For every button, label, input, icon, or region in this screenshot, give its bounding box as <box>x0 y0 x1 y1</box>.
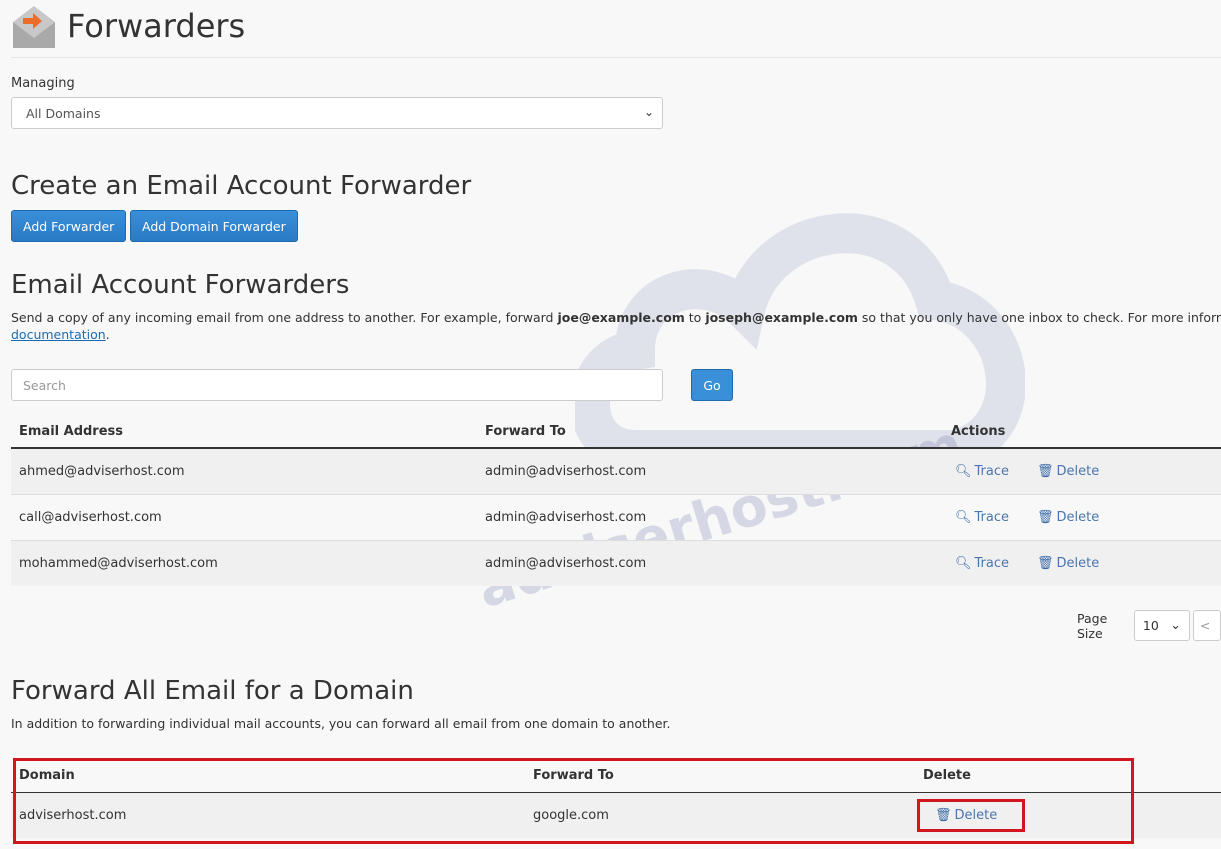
documentation-link[interactable]: documentation <box>11 327 106 342</box>
domain-forwarders-description: In addition to forwarding individual mai… <box>11 716 671 731</box>
managing-label: Managing <box>11 76 75 91</box>
table-row: ahmed@adviserhost.com admin@adviserhost.c… <box>11 447 1221 494</box>
page-size-select[interactable]: 10 ⌄ <box>1133 610 1190 641</box>
page-header: Forwarders <box>11 4 245 48</box>
table-row: call@adviserhost.com admin@adviserhost.co… <box>11 493 1221 540</box>
delete-link[interactable]: 🗑︎ Delete <box>1037 510 1099 525</box>
search-icon: 🔍︎ <box>955 509 972 525</box>
chevron-down-icon: ⌄ <box>643 105 654 119</box>
pagination: Page Size 10 ⌄ < <box>1077 610 1221 641</box>
managing-select[interactable]: All Domains ⌄ <box>11 97 663 129</box>
add-domain-forwarder-button[interactable]: Add Domain Forwarder <box>130 210 298 242</box>
column-header: Email Address <box>11 415 477 449</box>
account-forwarders-description: Send a copy of any incoming email from o… <box>11 310 1221 342</box>
add-forwarder-button[interactable]: Add Forwarder <box>11 210 127 242</box>
delete-highlight-box <box>917 799 1025 832</box>
table-row: mohammed@adviserhost.com admin@adviserhos… <box>11 539 1221 586</box>
search-icon: 🔍︎ <box>955 463 972 479</box>
create-heading: Create an Email Account Forwarder <box>11 171 472 201</box>
trace-link[interactable]: 🔍︎ Trace <box>955 556 1009 571</box>
trash-icon: 🗑︎ <box>1037 463 1054 479</box>
trash-icon: 🗑︎ <box>1037 555 1054 571</box>
trash-icon: 🗑︎ <box>1037 509 1054 525</box>
search-input[interactable]: Search <box>11 369 663 401</box>
trace-link[interactable]: 🔍︎ Trace <box>955 464 1009 479</box>
page-size-label: Page Size <box>1077 610 1108 641</box>
trace-link[interactable]: 🔍︎ Trace <box>955 510 1009 525</box>
account-forwarders-table: Email Address Forward To Actions ahmed@adv… <box>11 415 1221 586</box>
divider <box>11 57 1221 58</box>
column-header: Actions <box>943 415 1221 449</box>
account-forwarders-heading: Email Account Forwarders <box>11 270 350 300</box>
chevron-down-icon: ⌄ <box>1170 617 1181 632</box>
domain-forwarders-heading: Forward All Email for a Domain <box>11 676 414 706</box>
envelope-forward-icon <box>13 6 55 48</box>
go-button[interactable]: Go <box>691 369 733 401</box>
delete-link[interactable]: 🗑︎ Delete <box>1037 556 1099 571</box>
prev-page-button[interactable]: < <box>1192 610 1221 641</box>
delete-link[interactable]: 🗑︎ Delete <box>1037 464 1099 479</box>
page-title: Forwarders <box>67 7 246 45</box>
column-header: Forward To <box>477 415 943 449</box>
search-icon: 🔍︎ <box>955 555 972 571</box>
managing-value: All Domains <box>26 106 101 121</box>
